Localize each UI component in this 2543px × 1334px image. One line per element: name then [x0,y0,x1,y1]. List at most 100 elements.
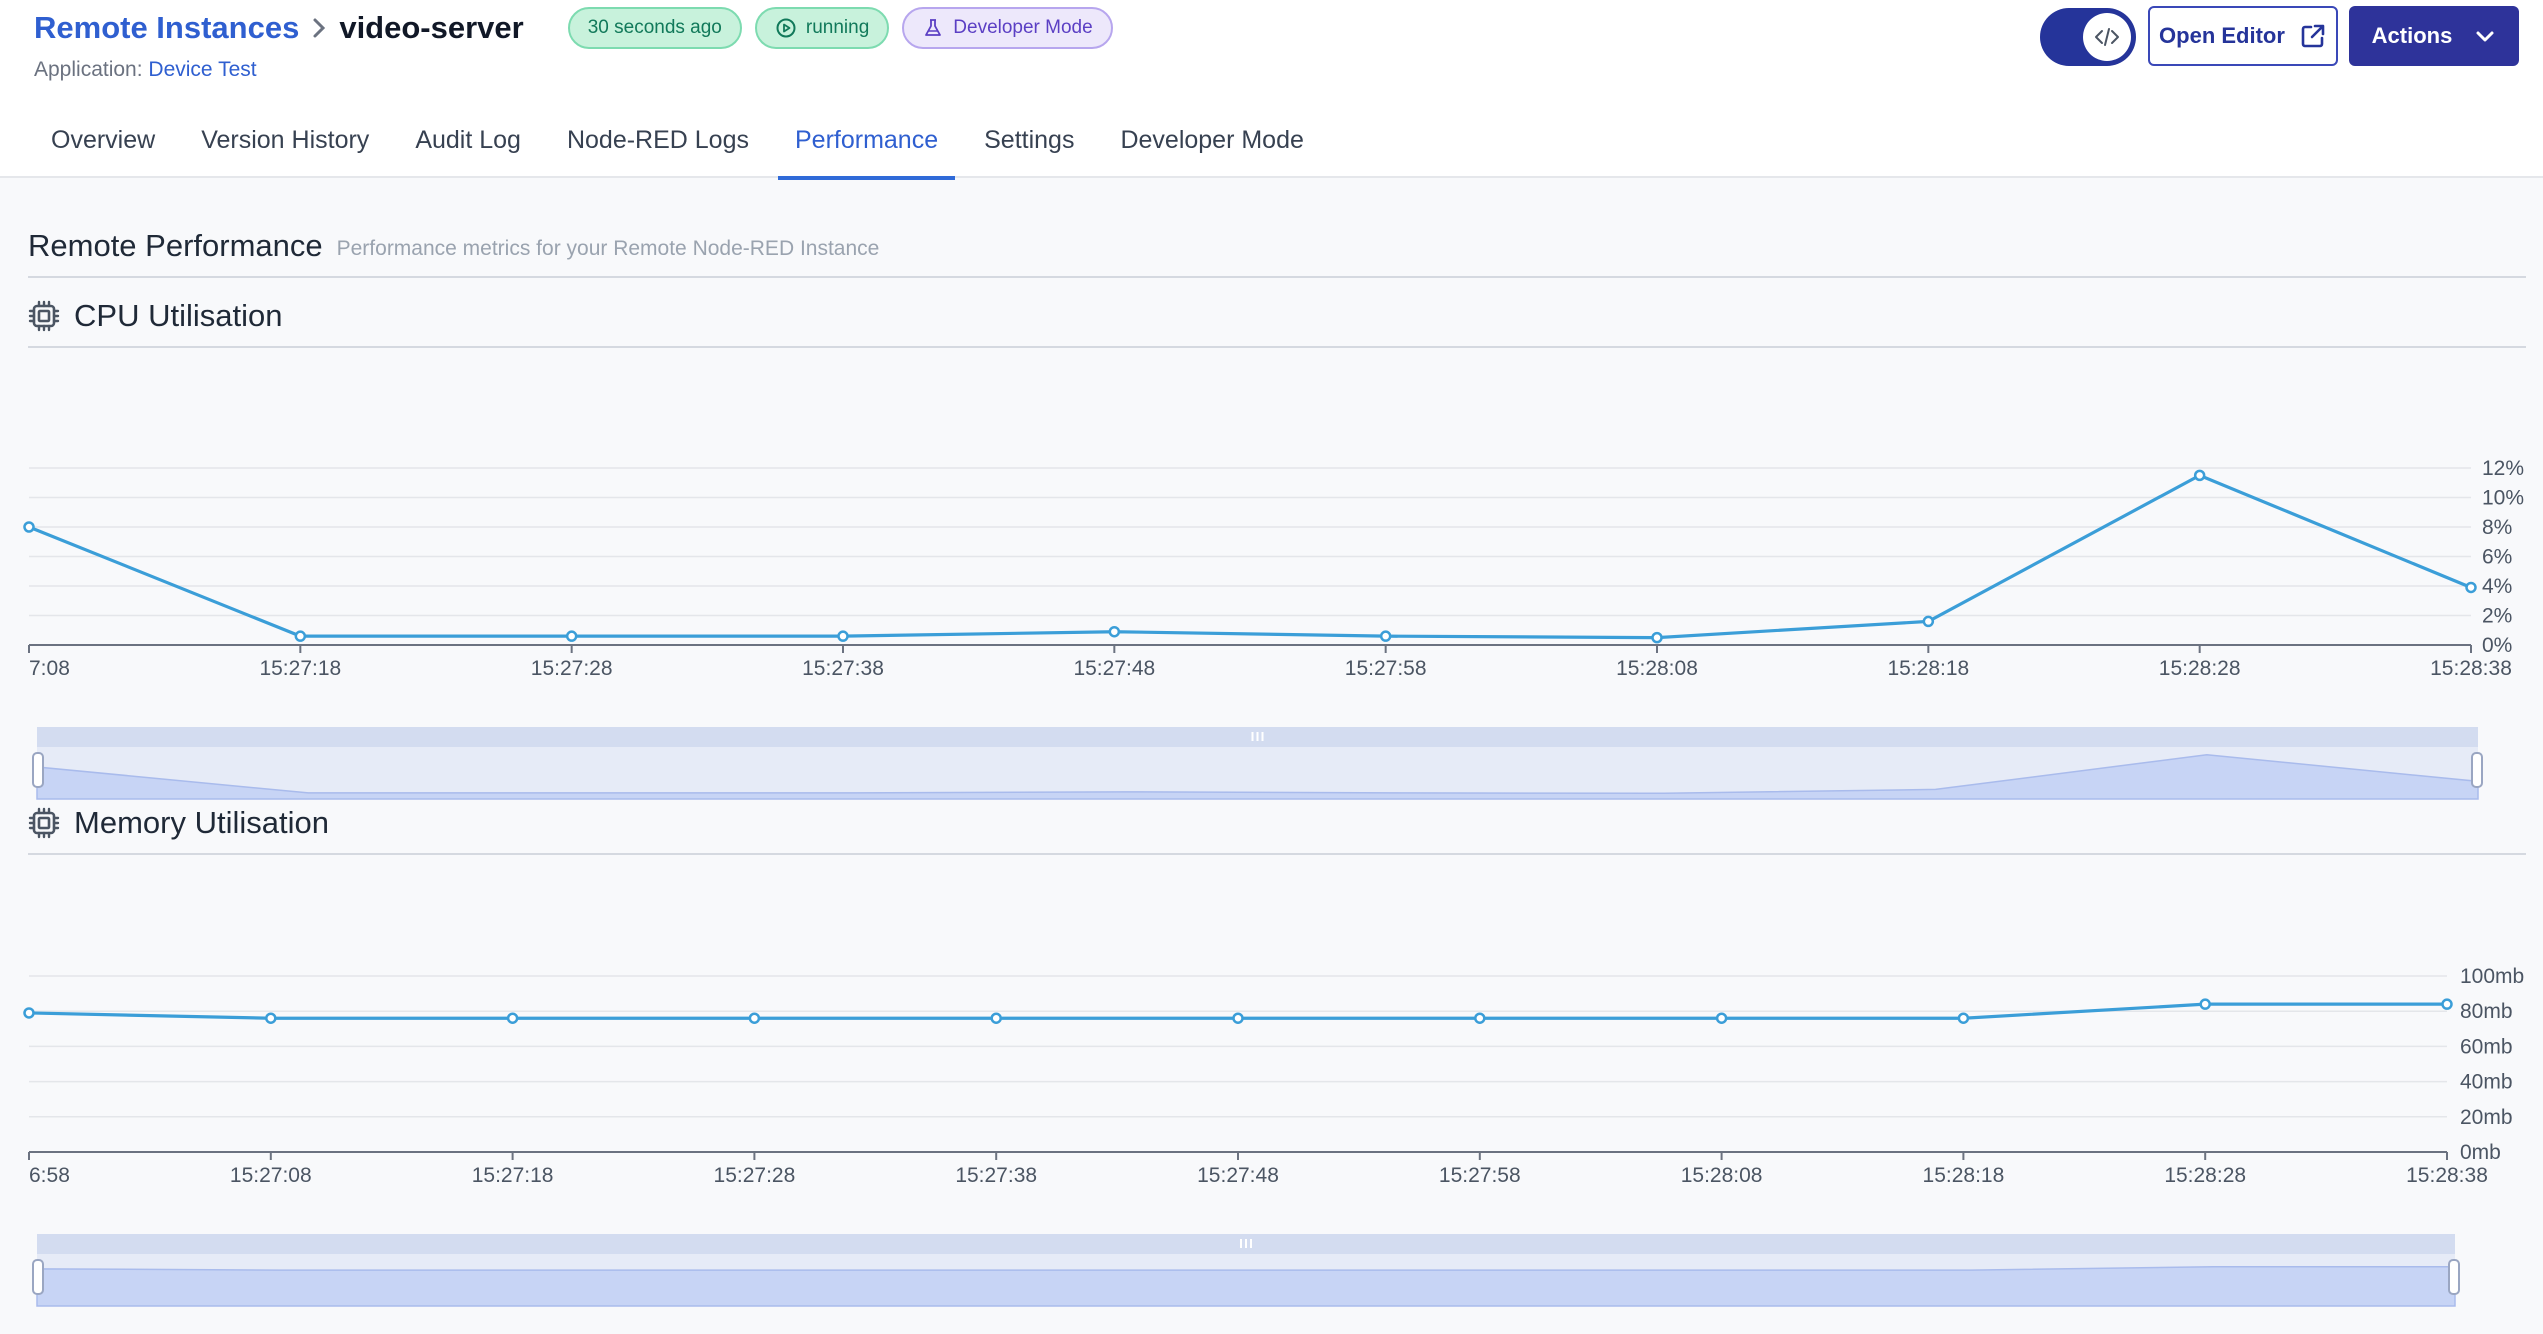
application-prefix: Application: [34,58,143,81]
y-tick-label: 2% [2482,605,2512,628]
chevron-right-icon [313,18,326,38]
x-tick-label: 15:28:08 [1616,657,1698,680]
instance-name: video-server [339,10,524,45]
toggle-knob [2083,13,2131,61]
data-point [2465,581,2477,594]
status-badges: 30 seconds ago running Developer Mode [567,7,1113,49]
x-tick-label: 15:27:48 [1073,657,1155,680]
data-point [748,1012,761,1024]
tab-developer-mode[interactable]: Developer Mode [1103,118,1320,178]
x-tick-label: 7:08 [29,657,70,680]
tab-version-history[interactable]: Version History [184,118,386,178]
x-tick-label: 15:27:18 [259,657,341,680]
data-point [23,1007,35,1019]
memory-utilisation-chart: 0mb 20mb 40mb 60mb 80mb 100mb 6:58 15:27:08 15:2… [23,965,2524,1307]
data-point [2199,998,2211,1010]
x-tick-label: 15:27:28 [531,657,613,680]
data-point [2193,469,2206,482]
developer-mode-toggle[interactable] [2040,8,2136,66]
last-seen-badge-label: 30 seconds ago [587,17,722,38]
x-tick-label: 15:28:08 [1681,1164,1763,1187]
tab-node-red-logs[interactable]: Node-RED Logs [550,118,766,178]
zoom-slider-handle-right [2448,1259,2460,1295]
y-tick-label: 10% [2482,487,2524,510]
memory-chart-title: Memory Utilisation [74,805,329,840]
page-subtitle: Performance metrics for your Remote Node… [336,237,880,260]
remote-performance-header: Remote Performance Performance metrics f… [28,228,2526,278]
code-icon [2095,28,2119,46]
y-tick-label: 80mb [2460,1000,2513,1023]
y-tick-label: 0% [2482,634,2512,657]
memory-chart-header: Memory Utilisation [28,805,2526,855]
data-point [565,630,578,642]
y-tick-label: 8% [2482,516,2512,539]
data-point [990,1012,1002,1024]
y-tick-label: 0mb [2460,1141,2501,1164]
breadcrumb: Remote Instances video-server 30 seconds… [34,7,1113,49]
y-tick-label: 6% [2482,546,2512,569]
data-point [1379,630,1392,642]
x-tick-label: 15:28:38 [2430,657,2512,680]
status-badge: running [754,7,890,49]
status-badge-label: running [805,17,870,38]
zoom-slider-preview [36,1265,2456,1307]
x-tick-label: 15:27:58 [1345,657,1427,680]
tab-performance[interactable]: Performance [777,118,956,180]
page-title: Remote Performance [28,228,323,263]
chip-icon [28,807,60,839]
cpu-chart-header: CPU Utilisation [28,298,2526,348]
chevron-down-icon [2476,31,2494,42]
tab-audit-log[interactable]: Audit Log [398,118,538,178]
data-point [1922,615,1935,628]
x-tick-label: 15:28:18 [1923,1164,2005,1187]
zoom-slider-handle-left [32,752,44,788]
data-point [1474,1012,1486,1024]
data-point [1108,625,1121,638]
x-tick-label: 15:27:28 [714,1164,796,1187]
zoom-slider-handle-left [32,1259,44,1295]
x-tick-label: 15:27:08 [230,1164,312,1187]
last-seen-badge: 30 seconds ago [567,7,742,49]
y-tick-label: 60mb [2460,1035,2513,1058]
y-tick-label: 40mb [2460,1071,2513,1094]
external-link-icon [2301,24,2325,48]
actions-label: Actions [2371,23,2453,48]
zoom-slider-handle-right [2471,752,2483,788]
data-point [1232,1012,1244,1024]
y-tick-label: 20mb [2460,1106,2513,1129]
data-point [837,630,849,642]
data-point [294,630,307,642]
beaker-icon [925,19,942,36]
chip-icon [28,300,60,332]
cpu-utilisation-chart: 0% 2% 4% 6% 8% 10% 12% 7:08 15:27:18 15:27:28 15:2… [23,457,2524,800]
x-tick-label: 15:28:38 [2406,1164,2488,1187]
cpu-chart-title: CPU Utilisation [74,298,283,333]
x-tick-label: 15:27:48 [1197,1164,1279,1187]
data-point [265,1012,277,1024]
actions-button[interactable]: Actions [2349,6,2519,66]
x-tick-label: 15:27:38 [955,1164,1037,1187]
x-tick-label: 15:27:38 [802,657,884,680]
application-link[interactable]: Device Test [148,58,256,81]
open-editor-label: Open Editor [2159,23,2285,48]
data-point [1651,631,1663,644]
tab-settings[interactable]: Settings [967,118,1091,178]
x-tick-label: 15:28:28 [2159,657,2241,680]
x-tick-label: 15:28:28 [2164,1164,2246,1187]
x-tick-label: 6:58 [29,1164,70,1187]
page-header: Remote Instances video-server 30 seconds… [0,0,2543,180]
x-tick-label: 15:27:18 [472,1164,554,1187]
data-point [1715,1012,1728,1024]
data-point [2441,998,2453,1010]
tab-overview[interactable]: Overview [34,118,172,178]
breadcrumb-remote-instances-link[interactable]: Remote Instances [34,10,299,46]
open-editor-button[interactable]: Open Editor [2148,6,2338,66]
developer-mode-badge: Developer Mode [902,7,1113,49]
instance-tabs: Overview Version History Audit Log Node-… [34,118,1333,180]
data-point [1957,1012,1970,1024]
y-tick-label: 100mb [2460,965,2524,988]
data-point [506,1012,519,1024]
x-tick-label: 15:28:18 [1887,657,1969,680]
data-point [23,521,35,533]
application-line: Application: Device Test [34,58,257,82]
